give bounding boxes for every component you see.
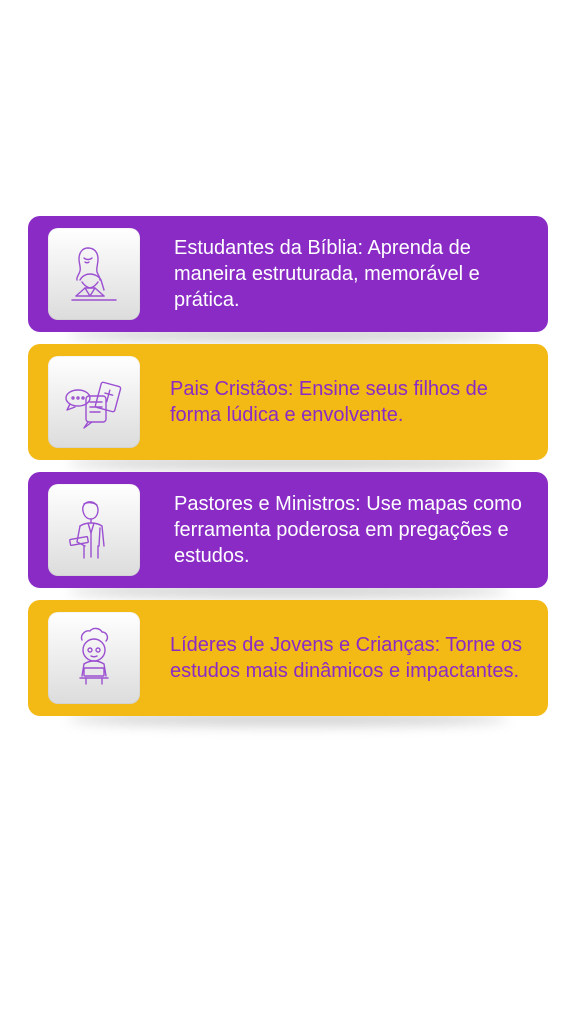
audience-card-youth-leaders: Líderes de Jovens e Crianças: Torne os e… <box>28 600 548 716</box>
pastor-holding-bible-icon <box>69 501 105 559</box>
card-wrapper: Estudantes da Bíblia: Aprenda de maneira… <box>28 216 548 332</box>
audience-card-bible-students: Estudantes da Bíblia: Aprenda de maneira… <box>28 216 548 332</box>
page: Estudantes da Bíblia: Aprenda de maneira… <box>0 0 576 1024</box>
card-wrapper: Líderes de Jovens e Crianças: Torne os e… <box>28 600 548 716</box>
card-wrapper: Pastores e Ministros: Use mapas como fer… <box>28 472 548 588</box>
card-text: Pais Cristãos: Ensine seus filhos de for… <box>170 378 488 426</box>
card-wrapper: Pais Cristãos: Ensine seus filhos de for… <box>28 344 548 460</box>
card-text: Pastores e Ministros: Use mapas como fer… <box>174 493 522 567</box>
chat-bubbles-bible-icon <box>65 381 122 429</box>
card-text: Estudantes da Bíblia: Aprenda de maneira… <box>174 237 480 311</box>
woman-reading-bible-icon <box>71 247 117 301</box>
icon-frame <box>48 356 140 448</box>
audience-card-christian-parents: Pais Cristãos: Ensine seus filhos de for… <box>28 344 548 460</box>
card-text: Líderes de Jovens e Crianças: Torne os e… <box>170 634 523 682</box>
icon-frame <box>48 484 140 576</box>
child-with-book-icon <box>79 627 109 685</box>
audience-card-list: Estudantes da Bíblia: Aprenda de maneira… <box>28 216 548 728</box>
icon-frame <box>48 228 140 320</box>
audience-card-pastors: Pastores e Ministros: Use mapas como fer… <box>28 472 548 588</box>
icon-frame <box>48 612 140 704</box>
